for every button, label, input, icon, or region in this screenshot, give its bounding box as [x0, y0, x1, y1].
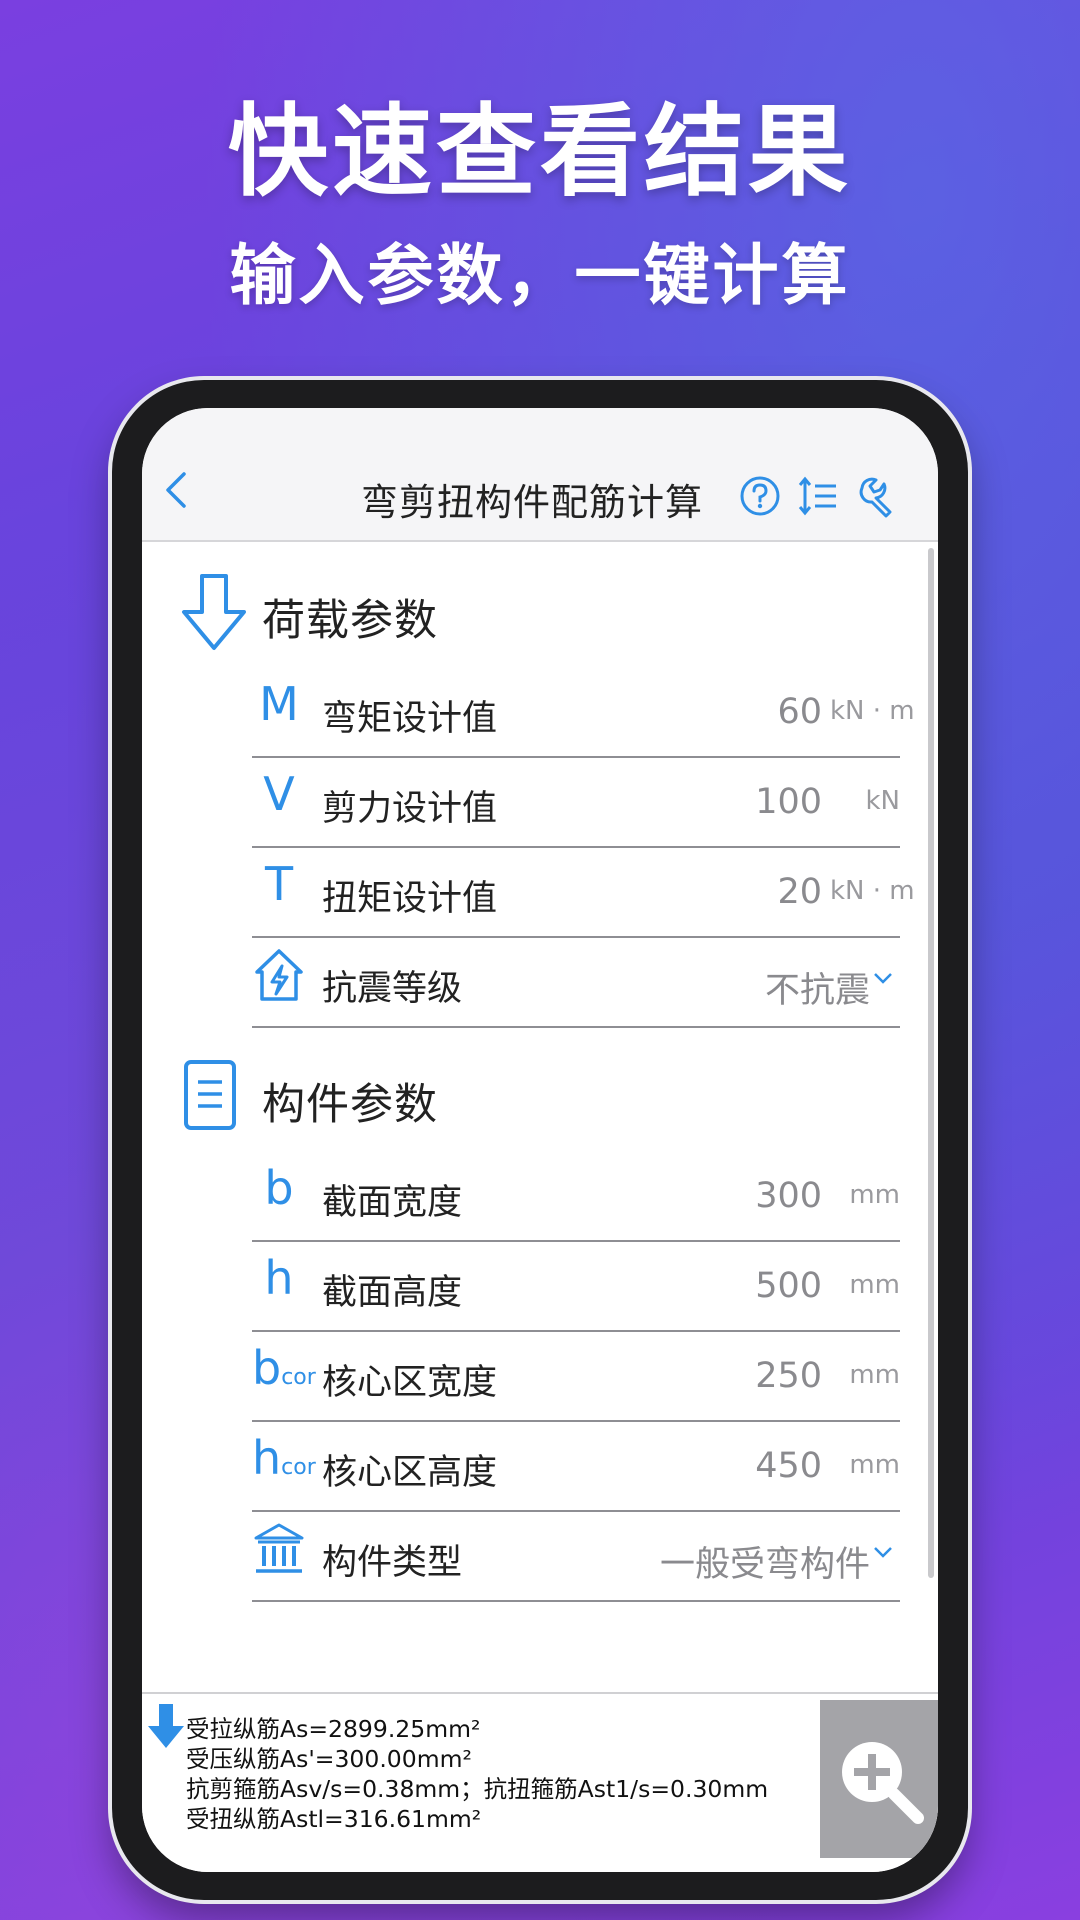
core-width-input[interactable]: 250	[755, 1356, 822, 1396]
section-width-label: 截面宽度	[322, 1183, 463, 1223]
load-section-title: 荷载参数	[262, 596, 438, 646]
help-circle-icon[interactable]	[738, 474, 782, 518]
core-width-unit: mm	[849, 1360, 900, 1390]
section-height-row[interactable]: h 截面高度 500 mm	[252, 1242, 900, 1332]
down-arrow-icon	[146, 1702, 186, 1750]
symbol-subscript: cor	[281, 1365, 316, 1390]
member-type-label: 构件类型	[322, 1543, 463, 1583]
torque-symbol: T	[264, 857, 294, 911]
core-width-label: 核心区宽度	[322, 1363, 498, 1403]
shear-row[interactable]: V 剪力设计值 100 kN	[252, 758, 900, 848]
core-width-row[interactable]: bcor 核心区宽度 250 mm	[252, 1332, 900, 1422]
member-type-row[interactable]: 构件类型 一般受弯构件	[252, 1512, 900, 1602]
core-height-label: 核心区高度	[322, 1453, 498, 1493]
core-height-row[interactable]: hcor 核心区高度 450 mm	[252, 1422, 900, 1512]
result-stirrups: 抗剪箍筋Asv/s=0.38mm；抗扭箍筋Ast1/s=0.30mm	[186, 1775, 769, 1803]
section-height-input[interactable]: 500	[755, 1266, 822, 1306]
moment-input[interactable]: 60	[777, 692, 822, 732]
shear-unit: kN	[865, 786, 900, 816]
section-width-input[interactable]: 300	[755, 1176, 822, 1216]
moment-row[interactable]: M 弯矩设计值 60 kN · m	[252, 668, 915, 758]
section-width-symbol: b	[252, 1160, 306, 1216]
section-height-unit: mm	[849, 1270, 900, 1300]
result-tension-steel: 受拉纵筋As=2899.25mm²	[186, 1715, 481, 1743]
phone-frame: 弯剪扭构件配筋计算 荷载参数 M 弯矩设计值 60 kN · m V 剪力设计值…	[112, 380, 968, 1900]
hero-subtitle: 输入参数，一键计算	[229, 237, 851, 314]
navigation-bar: 弯剪扭构件配筋计算	[142, 408, 938, 542]
document-icon	[180, 1056, 248, 1136]
hero-title: 快速查看结果	[228, 93, 852, 210]
symbol-letter: b	[264, 1161, 294, 1215]
scrollbar[interactable]	[928, 548, 934, 1578]
moment-unit: kN · m	[830, 696, 915, 726]
section-width-unit: mm	[849, 1180, 900, 1210]
symbol-subscript: cor	[281, 1455, 316, 1480]
seismic-grade-row[interactable]: 抗震等级 不抗震	[252, 938, 900, 1028]
core-height-input[interactable]: 450	[755, 1446, 822, 1486]
zoom-in-button[interactable]	[820, 1700, 938, 1858]
result-compression-steel: 受压纵筋As'=300.00mm²	[186, 1745, 472, 1773]
sort-list-icon[interactable]	[796, 474, 840, 518]
core-width-symbol: bcor	[252, 1340, 316, 1406]
down-arrow-icon	[180, 572, 248, 652]
house-lightning-icon	[252, 946, 306, 1004]
torque-label: 扭矩设计值	[322, 879, 498, 919]
torque-input[interactable]: 20	[777, 872, 822, 912]
section-height-label: 截面高度	[322, 1273, 463, 1313]
page-title: 弯剪扭构件配筋计算	[361, 481, 703, 524]
chevron-down-icon	[872, 970, 894, 984]
app-screen: 弯剪扭构件配筋计算 荷载参数 M 弯矩设计值 60 kN · m V 剪力设计值…	[142, 408, 938, 1872]
core-height-unit: mm	[849, 1450, 900, 1480]
seismic-grade-label: 抗震等级	[322, 969, 463, 1009]
results-panel: 受拉纵筋As=2899.25mm² 受压纵筋As'=300.00mm² 抗剪箍筋…	[142, 1692, 938, 1872]
symbol-letter: b	[252, 1341, 282, 1395]
building-columns-icon	[252, 1520, 306, 1578]
moment-symbol: M	[259, 677, 299, 731]
result-torsion-steel: 受扭纵筋Astl=316.61mm²	[186, 1805, 482, 1833]
seismic-grade-select[interactable]: 不抗震	[765, 962, 870, 1013]
member-type-select[interactable]: 一般受弯构件	[660, 1536, 870, 1587]
shear-symbol: V	[263, 767, 295, 821]
chevron-left-icon[interactable]	[156, 468, 196, 512]
zoom-in-icon	[842, 1742, 924, 1824]
symbol-letter: h	[252, 1431, 282, 1485]
member-section-title: 构件参数	[262, 1080, 438, 1130]
symbol-letter: h	[264, 1251, 294, 1305]
shear-input[interactable]: 100	[755, 782, 822, 822]
wrench-icon[interactable]	[854, 474, 898, 518]
torque-row[interactable]: T 扭矩设计值 20 kN · m	[252, 848, 915, 938]
section-height-symbol: h	[252, 1250, 306, 1306]
core-height-symbol: hcor	[252, 1430, 316, 1496]
form-content[interactable]: 荷载参数 M 弯矩设计值 60 kN · m V 剪力设计值 100 kN T …	[142, 542, 938, 1816]
moment-label: 弯矩设计值	[322, 699, 498, 739]
section-width-row[interactable]: b 截面宽度 300 mm	[252, 1152, 900, 1242]
torque-unit: kN · m	[830, 876, 915, 906]
chevron-down-icon	[872, 1544, 894, 1558]
shear-label: 剪力设计值	[322, 789, 498, 829]
